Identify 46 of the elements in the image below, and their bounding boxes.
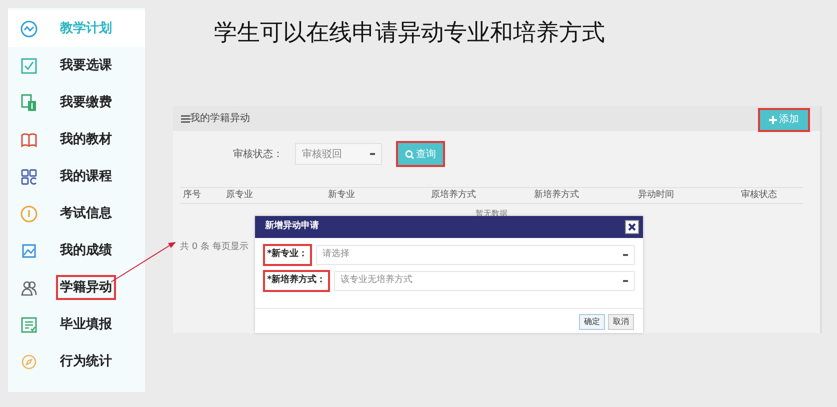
info-icon (20, 204, 38, 222)
field-label: *新培养方式： (263, 270, 330, 292)
column-header: 新培养方式 (534, 188, 580, 202)
slide-title: 学生可以在线申请异动专业和培养方式 (214, 19, 605, 48)
column-header: 审核状态 (741, 188, 778, 202)
annotation-arrow (110, 242, 176, 282)
list-icon (20, 316, 38, 334)
column-header: 序号 (183, 188, 202, 202)
sidebar-item[interactable]: 考试信息 (8, 195, 145, 232)
panel-title: 我的学籍异动 (190, 112, 250, 126)
sidebar-item[interactable]: 我要缴费 (8, 84, 145, 121)
payment-icon (20, 94, 38, 112)
search-icon (405, 150, 414, 158)
checkbox-icon (20, 56, 38, 74)
sidebar-item[interactable]: 我的教材 (8, 121, 145, 158)
chart-icon (20, 20, 38, 38)
column-header: 异动时间 (638, 188, 675, 202)
column-header: 原专业 (226, 188, 254, 202)
plus-icon (769, 116, 777, 124)
cancel-button[interactable]: 取消 (608, 314, 634, 330)
grid-icon (20, 168, 38, 186)
close-button[interactable] (625, 220, 639, 234)
confirm-button[interactable]: 确定 (579, 314, 605, 330)
caret-icon (623, 280, 628, 282)
sidebar-item[interactable]: 学籍异动 (8, 269, 145, 306)
close-icon (628, 223, 636, 231)
image-icon (20, 242, 38, 260)
select-field[interactable]: 该专业无培养方式 (334, 271, 635, 291)
compass-icon (20, 352, 38, 370)
field-label: *新专业： (263, 244, 312, 266)
filter-label: 审核状态： (233, 148, 283, 162)
column-header: 新专业 (328, 188, 356, 202)
users-icon (20, 278, 38, 296)
sidebar-item[interactable]: 行为统计 (8, 343, 145, 380)
sidebar-item[interactable]: 我的成绩 (8, 232, 145, 269)
sidebar-item[interactable]: 我的课程 (8, 158, 145, 195)
dialog-title: 新增异动申请 (265, 220, 319, 234)
select-field[interactable]: 请选择 (316, 245, 635, 265)
caret-icon (370, 152, 375, 156)
column-header: 原培养方式 (431, 188, 477, 202)
sidebar-item[interactable]: 我要选课 (8, 47, 145, 84)
book-icon (20, 130, 38, 148)
sidebar-item[interactable]: 毕业填报 (8, 306, 145, 343)
caret-icon (623, 254, 628, 256)
menu-icon (181, 114, 190, 122)
pagination-info: 共 0 条 每页显示 (180, 241, 248, 254)
